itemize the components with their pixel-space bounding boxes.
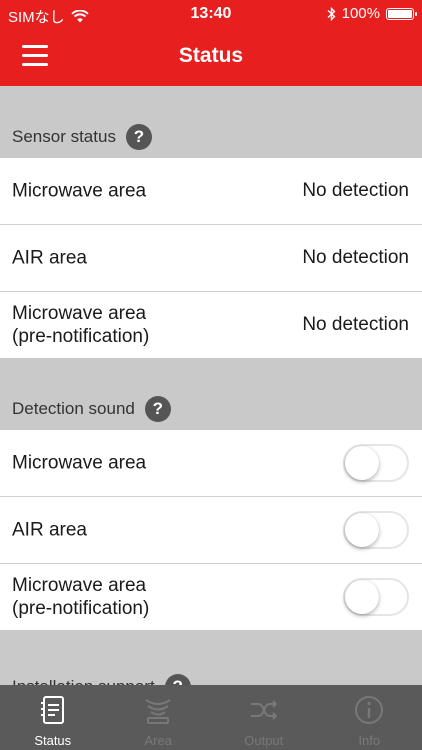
sensor-status-list: Microwave area No detection AIR area No …	[0, 158, 422, 358]
page-title: Status	[178, 44, 244, 67]
row-label-line: Microwave area	[12, 575, 147, 596]
tab-label: Status	[34, 733, 72, 748]
tab-output[interactable]: Output	[211, 685, 317, 750]
row-label: Microwave area	[12, 180, 147, 202]
list-item: Microwave area	[0, 430, 422, 497]
row-value: No detection	[302, 180, 409, 201]
tab-status[interactable]: Status	[0, 685, 106, 750]
tab-bar: Status Area Output Info	[0, 685, 422, 750]
help-icon[interactable]: ?	[144, 396, 171, 422]
row-label-line: (pre-notification)	[12, 326, 150, 347]
row-label: Microwave area (pre-notification)	[12, 302, 149, 348]
radar-icon	[145, 699, 171, 724]
status-bar: SIMなし 13:40 100%	[0, 0, 422, 28]
tab-label: Area	[144, 733, 172, 748]
row-label: Microwave area (pre-notification)	[12, 574, 149, 620]
battery-percent: 100%	[341, 5, 380, 22]
section-title: Installation support	[12, 677, 155, 685]
tab-label: Info	[358, 733, 381, 748]
list-item: Microwave area No detection	[0, 158, 422, 225]
info-icon	[355, 696, 384, 724]
section-header-installation-support: Installation support ?	[0, 630, 422, 685]
detection-sound-list: Microwave area AIR area Microwave area (…	[0, 430, 422, 630]
shuffle-icon	[250, 700, 278, 720]
help-icon[interactable]: ?	[125, 124, 152, 150]
list-item: AIR area No detection	[0, 225, 422, 292]
section-title: Sensor status	[12, 127, 116, 146]
main-content[interactable]: Sensor status ? Microwave area No detect…	[0, 86, 422, 685]
row-label-line: Microwave area	[12, 303, 147, 324]
row-value: No detection	[302, 247, 409, 268]
battery-icon	[386, 7, 417, 20]
toggle-knob	[345, 513, 379, 547]
toggle-switch[interactable]	[343, 578, 409, 616]
section-header-sensor-status: Sensor status ?	[0, 86, 422, 158]
row-label: Microwave area	[12, 452, 147, 474]
document-icon	[40, 696, 64, 724]
help-icon[interactable]: ?	[164, 674, 191, 685]
row-label: AIR area	[12, 247, 87, 269]
tab-label: Output	[244, 733, 284, 748]
list-item: Microwave area (pre-notification) No det…	[0, 292, 422, 358]
toggle-knob	[345, 580, 379, 614]
toggle-switch[interactable]	[343, 444, 409, 482]
row-label-line: (pre-notification)	[12, 598, 150, 619]
list-item: AIR area	[0, 497, 422, 564]
section-title: Detection sound	[12, 399, 135, 418]
row-label: AIR area	[12, 519, 87, 541]
toggle-knob	[345, 446, 379, 480]
row-value: No detection	[302, 314, 409, 335]
tab-area[interactable]: Area	[106, 685, 212, 750]
status-right: 100%	[327, 5, 417, 22]
tab-info[interactable]: Info	[317, 685, 422, 750]
bluetooth-icon	[327, 6, 336, 21]
section-header-detection-sound: Detection sound ?	[0, 358, 422, 430]
list-item: Microwave area (pre-notification)	[0, 564, 422, 630]
toggle-switch[interactable]	[343, 511, 409, 549]
nav-bar: Status	[0, 28, 422, 86]
